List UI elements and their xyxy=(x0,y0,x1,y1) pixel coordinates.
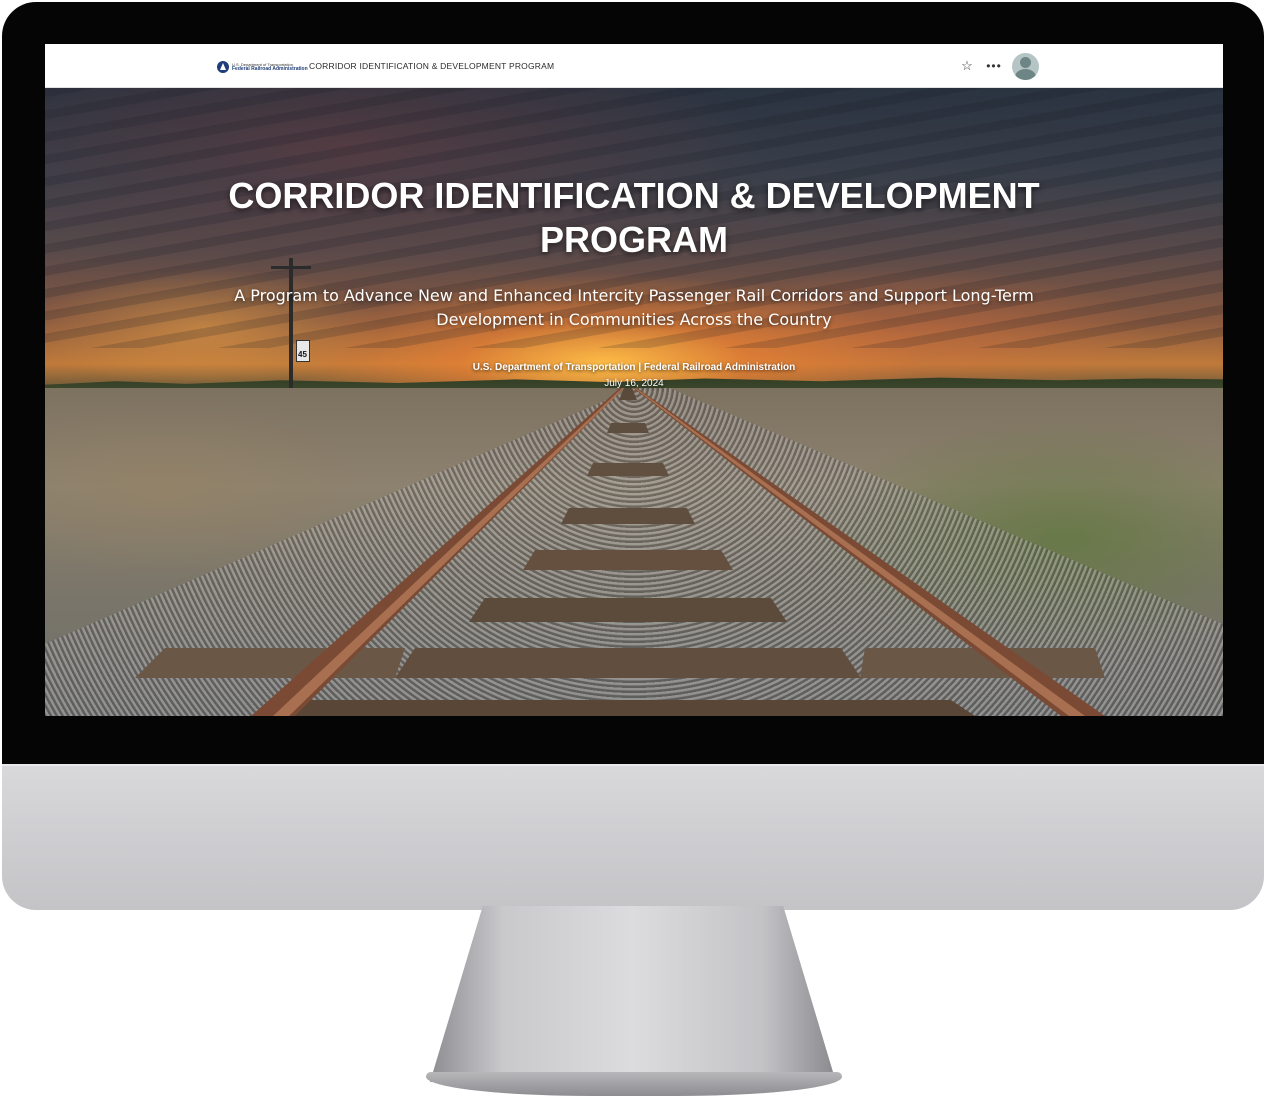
railroad-ties xyxy=(135,388,1105,716)
hero-subtitle: A Program to Advance New and Enhanced In… xyxy=(234,286,1034,329)
top-navigation-bar: U.S. Department of Transportation Federa… xyxy=(45,44,1223,88)
screen: U.S. Department of Transportation Federa… xyxy=(45,44,1223,716)
avatar-head xyxy=(1020,57,1031,68)
fra-logo-link[interactable]: U.S. Department of Transportation Federa… xyxy=(217,59,308,75)
hero-publish-date: July 16, 2024 xyxy=(604,378,664,389)
logo-line-2: Federal Railroad Administration xyxy=(232,66,308,72)
story-title-link[interactable]: CORRIDOR IDENTIFICATION & DEVELOPMENT PR… xyxy=(309,61,554,71)
more-options-icon[interactable]: ••• xyxy=(984,56,1004,76)
hero-cover: CORRIDOR IDENTIFICATION & DEVELOPMENT PR… xyxy=(45,88,1223,716)
monitor-stand xyxy=(430,906,836,1082)
user-avatar[interactable] xyxy=(1012,53,1039,80)
star-icon[interactable]: ☆ xyxy=(957,56,977,76)
monitor-chin xyxy=(2,764,1264,910)
monitor-stand-base xyxy=(426,1072,842,1096)
utility-pole-crossbar xyxy=(271,266,311,269)
avatar-body xyxy=(1015,69,1036,80)
hero-byline-agency: U.S. Department of Transportation | Fede… xyxy=(472,362,796,373)
dot-logo-icon xyxy=(217,61,229,73)
hero-title: CORRIDOR IDENTIFICATION & DEVELOPMENT PR… xyxy=(228,175,1040,260)
speed-limit-sign xyxy=(296,340,310,362)
brand-text: U.S. Department of Transportation Federa… xyxy=(232,62,308,72)
